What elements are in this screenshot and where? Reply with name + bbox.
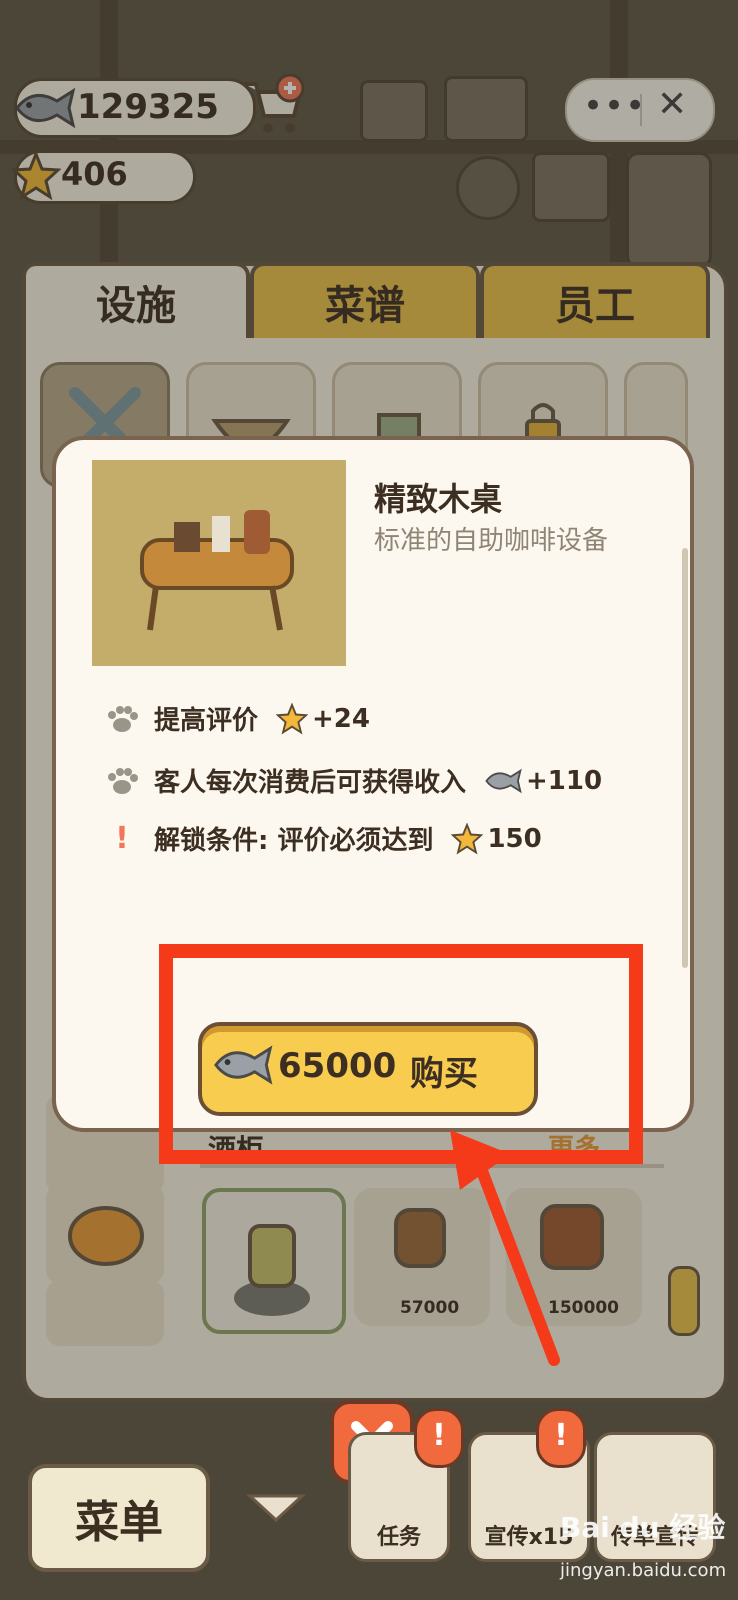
task-label: 任务 bbox=[376, 1525, 421, 1550]
chevron-down-icon[interactable] bbox=[246, 1490, 306, 1526]
item-image bbox=[92, 460, 346, 666]
star-icon bbox=[451, 822, 484, 855]
watermark-url: jingyan.baidu.com bbox=[560, 1560, 727, 1581]
menu-button[interactable]: 菜单 bbox=[28, 1464, 210, 1572]
unlock-label: 解锁条件: 评价必须达到 bbox=[154, 826, 434, 856]
income-row: 客人每次消费后可获得收入 +110 bbox=[104, 762, 602, 799]
exclamation-icon: ! bbox=[115, 821, 129, 856]
alert-badge: ! bbox=[536, 1408, 586, 1468]
paw-icon bbox=[108, 767, 138, 794]
fish-icon bbox=[485, 768, 522, 793]
annotation-arrow bbox=[450, 1130, 560, 1366]
item-title: 精致木桌 bbox=[374, 480, 503, 518]
income-value: +110 bbox=[526, 765, 603, 796]
unlock-value: 150 bbox=[487, 823, 542, 854]
popup-scrollbar[interactable] bbox=[682, 548, 688, 968]
alert-badge: ! bbox=[414, 1408, 464, 1468]
baidu-watermark: Bai du 经验 bbox=[560, 1511, 726, 1544]
rating-value: +24 bbox=[312, 703, 370, 734]
item-subtitle: 标准的自助咖啡设备 bbox=[374, 526, 609, 556]
paw-icon bbox=[108, 705, 138, 732]
unlock-row: ! 解锁条件: 评价必须达到 150 bbox=[104, 820, 542, 857]
star-icon bbox=[276, 702, 309, 735]
rating-label: 提高评价 bbox=[154, 706, 259, 736]
rating-row: 提高评价 +24 bbox=[104, 700, 370, 737]
wooden-table-illustration bbox=[140, 510, 294, 631]
income-label: 客人每次消费后可获得收入 bbox=[154, 768, 467, 798]
